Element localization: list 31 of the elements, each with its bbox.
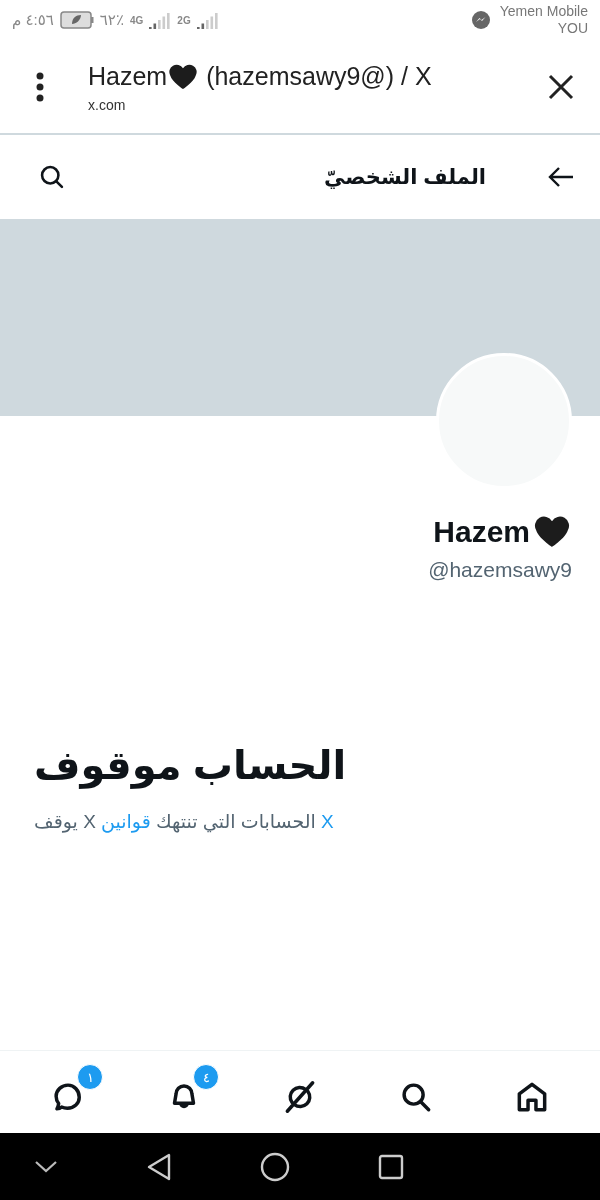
carrier-label: YOU: [557, 20, 588, 37]
count-badge: ٤: [193, 1064, 219, 1090]
recents-square-icon[interactable]: [378, 1153, 404, 1180]
carrier-name: Yemen Mobile: [499, 3, 588, 20]
notifications-tab[interactable]: ٤: [149, 1064, 219, 1120]
messages-tab[interactable]: ١: [33, 1064, 103, 1120]
page-title: (hazemsawy9@) / X: [205, 62, 432, 91]
signal-icon: [149, 11, 172, 29]
battery-icon: [59, 11, 94, 29]
rules-link[interactable]: X: [321, 811, 334, 832]
back-triangle-icon[interactable]: [146, 1151, 172, 1182]
status-time: ٤:٥٦ م: [12, 11, 54, 29]
suspended-heading: الحساب موقوف: [34, 742, 347, 788]
messenger-icon: [471, 11, 490, 29]
count-badge: ١: [77, 1064, 103, 1090]
rules-link[interactable]: قوانين: [101, 811, 151, 832]
back-arrow-icon[interactable]: [548, 166, 574, 188]
network-label: 2G: [177, 14, 191, 26]
search-icon[interactable]: [38, 163, 66, 191]
menu-icon[interactable]: [36, 71, 44, 102]
profile-title: الملف الشخصيّ: [323, 165, 486, 188]
home-circle-icon[interactable]: [260, 1151, 290, 1182]
battery-percent: ٦٢٪: [99, 11, 124, 29]
profile-name: Hazem: [433, 515, 530, 549]
close-icon[interactable]: [548, 73, 574, 100]
page-title: Hazem: [88, 62, 168, 91]
signal-icon: [196, 11, 219, 29]
chevron-down-icon[interactable]: [34, 1159, 58, 1174]
network-label: 4G: [130, 14, 144, 26]
profile-handle: @hazemsawy9: [428, 558, 572, 582]
page-url: x.com: [88, 96, 127, 113]
